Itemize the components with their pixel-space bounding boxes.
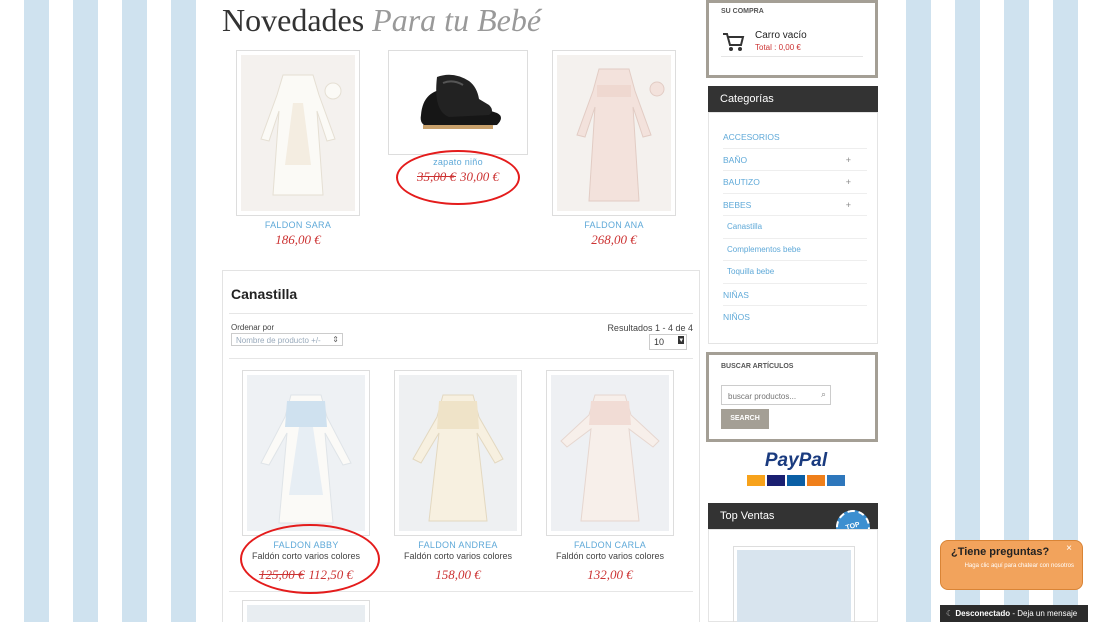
product-price: 132,00 € (587, 567, 633, 582)
divider (229, 591, 693, 592)
chat-status: Desconectado (955, 609, 1011, 618)
chat-status-message: - Deja un mensaje (1012, 609, 1078, 618)
chat-status-bar[interactable]: ☾ Desconectado - Deja un mensaje (940, 605, 1088, 622)
old-price: 125,00 € (258, 567, 305, 582)
visa-icon (767, 475, 785, 486)
divider (229, 358, 693, 359)
product-price: 35,00 € 30,00 € (388, 169, 528, 185)
categories-header: Categorías (708, 86, 878, 112)
results-count: Resultados 1 - 4 de 4 (607, 323, 693, 333)
product-description: Faldón corto varios colores (555, 551, 665, 561)
featured-product[interactable]: FALDON SARA 186,00 € (236, 50, 360, 248)
expand-icon[interactable]: + (846, 194, 851, 217)
search-icon[interactable]: ⌕ (821, 389, 826, 400)
product-image[interactable] (236, 50, 360, 216)
category-item-ninos[interactable]: NIÑOS (723, 306, 867, 329)
title-main: Novedades (222, 2, 365, 38)
product-image-partial (247, 605, 365, 622)
product-image[interactable] (242, 600, 370, 622)
category-product[interactable]: FALDON ANDREA Faldón corto varios colore… (394, 370, 522, 583)
product-description: Faldón corto varios colores (251, 551, 361, 561)
product-price: 268,00 € (591, 232, 637, 247)
cart-title: SU COMPRA (721, 8, 764, 15)
category-title: Canastilla (231, 286, 298, 302)
sort-value: Nombre de producto +/- (236, 336, 321, 345)
dress-image-icon (399, 375, 517, 531)
chevron-down-icon: ▾ (678, 336, 684, 344)
mastercard-icon (747, 475, 765, 486)
category-item-bebes[interactable]: BEBES + (723, 194, 867, 217)
search-field[interactable]: ⌕ (721, 385, 831, 406)
product-description: Faldón corto varios colores (403, 551, 513, 561)
cart-box: SU COMPRA Carro vacío Total : 0,00 € (706, 0, 878, 78)
category-item-ninas[interactable]: NIÑAS (723, 284, 867, 306)
product-name[interactable]: FALDON ANA (552, 220, 676, 230)
chat-title[interactable]: ¿Tiene preguntas? (951, 546, 1049, 558)
search-input[interactable] (722, 387, 812, 406)
offline-icon: ☾ (946, 609, 954, 618)
close-icon[interactable]: × (1066, 543, 1072, 554)
featured-product[interactable]: FALDON ANA 268,00 € (552, 50, 676, 248)
cart-status: Carro vacío (755, 30, 807, 41)
product-name[interactable]: FALDON ABBY (242, 540, 370, 550)
sort-select[interactable]: Nombre de producto +/- ⇕ (231, 333, 343, 346)
dress-image-icon (247, 375, 365, 531)
current-price: 30,00 € (460, 169, 499, 184)
sort-label: Ordenar por (231, 323, 275, 332)
per-page-value: 10 (654, 337, 665, 347)
product-price: 186,00 € (275, 232, 321, 247)
product-name[interactable]: FALDON SARA (236, 220, 360, 230)
expand-icon[interactable]: + (846, 171, 851, 194)
featured-product[interactable]: zapato niño 35,00 € 30,00 € (388, 50, 528, 185)
category-item-bautizo[interactable]: BAUTIZO + (723, 171, 867, 194)
product-name[interactable]: zapato niño (388, 157, 528, 167)
expand-icon[interactable]: + (846, 149, 851, 172)
cart-total: Total : 0,00 € (755, 43, 801, 52)
cart-icon[interactable] (721, 31, 745, 58)
category-item-toquilla[interactable]: Toquilla bebe (723, 261, 867, 284)
chevron-down-icon: ⇕ (332, 335, 339, 344)
shoe-image-icon (393, 55, 523, 150)
paypal-wordmark: PayPal (764, 450, 828, 471)
dress-image-icon (551, 375, 669, 531)
chat-text: Haga clic aquí para chatear con nosotros (964, 563, 1074, 569)
dress-image-icon (241, 55, 355, 211)
divider (229, 313, 693, 314)
dress-image-icon (557, 55, 671, 211)
maestro-icon (787, 475, 805, 486)
product-name[interactable]: FALDON ANDREA (394, 540, 522, 550)
old-price: 35,00 € (417, 169, 456, 184)
category-item-complementos[interactable]: Complementos bebe (723, 239, 867, 261)
search-title: BUSCAR ARTÍCULOS (721, 363, 794, 370)
product-image[interactable] (394, 370, 522, 536)
product-image[interactable] (552, 50, 676, 216)
category-product[interactable]: FALDON ABBY Faldón corto varios colores … (242, 370, 370, 583)
categories-list: ACCESORIOS BAÑO + BAUTIZO + BEBES + Canasti… (708, 112, 878, 344)
category-product[interactable]: FALDON CARLA Faldón corto varios colores… (546, 370, 674, 583)
category-item-accesorios[interactable]: ACCESORIOS (723, 126, 867, 149)
title-accent: Para tu Bebé (372, 2, 542, 38)
divider (721, 56, 863, 57)
per-page-select[interactable]: 10 ▾ (649, 334, 687, 350)
product-image[interactable] (733, 546, 855, 622)
discover-icon (807, 475, 825, 486)
product-price: 158,00 € (435, 567, 481, 582)
category-item-canastilla[interactable]: Canastilla (723, 216, 867, 239)
amex-icon (827, 475, 845, 486)
product-image[interactable] (388, 50, 528, 155)
top-sales-list (708, 529, 878, 622)
current-price: 112,50 € (308, 567, 354, 582)
page-title: Novedades Para tu Bebé (222, 2, 541, 39)
category-item-bano[interactable]: BAÑO + (723, 149, 867, 172)
search-button[interactable]: SEARCH (721, 409, 769, 429)
product-image[interactable] (242, 370, 370, 536)
product-image[interactable] (546, 370, 674, 536)
search-box: BUSCAR ARTÍCULOS ⌕ SEARCH (706, 352, 878, 442)
product-name[interactable]: FALDON CARLA (546, 540, 674, 550)
paypal-logo: PayPal (746, 450, 846, 486)
product-price: 125,00 €112,50 € (242, 567, 370, 583)
blanket-image-icon (737, 550, 851, 622)
chat-widget[interactable]: ¿Tiene preguntas? × Haga clic aquí para … (940, 540, 1083, 590)
card-logos (746, 475, 846, 486)
